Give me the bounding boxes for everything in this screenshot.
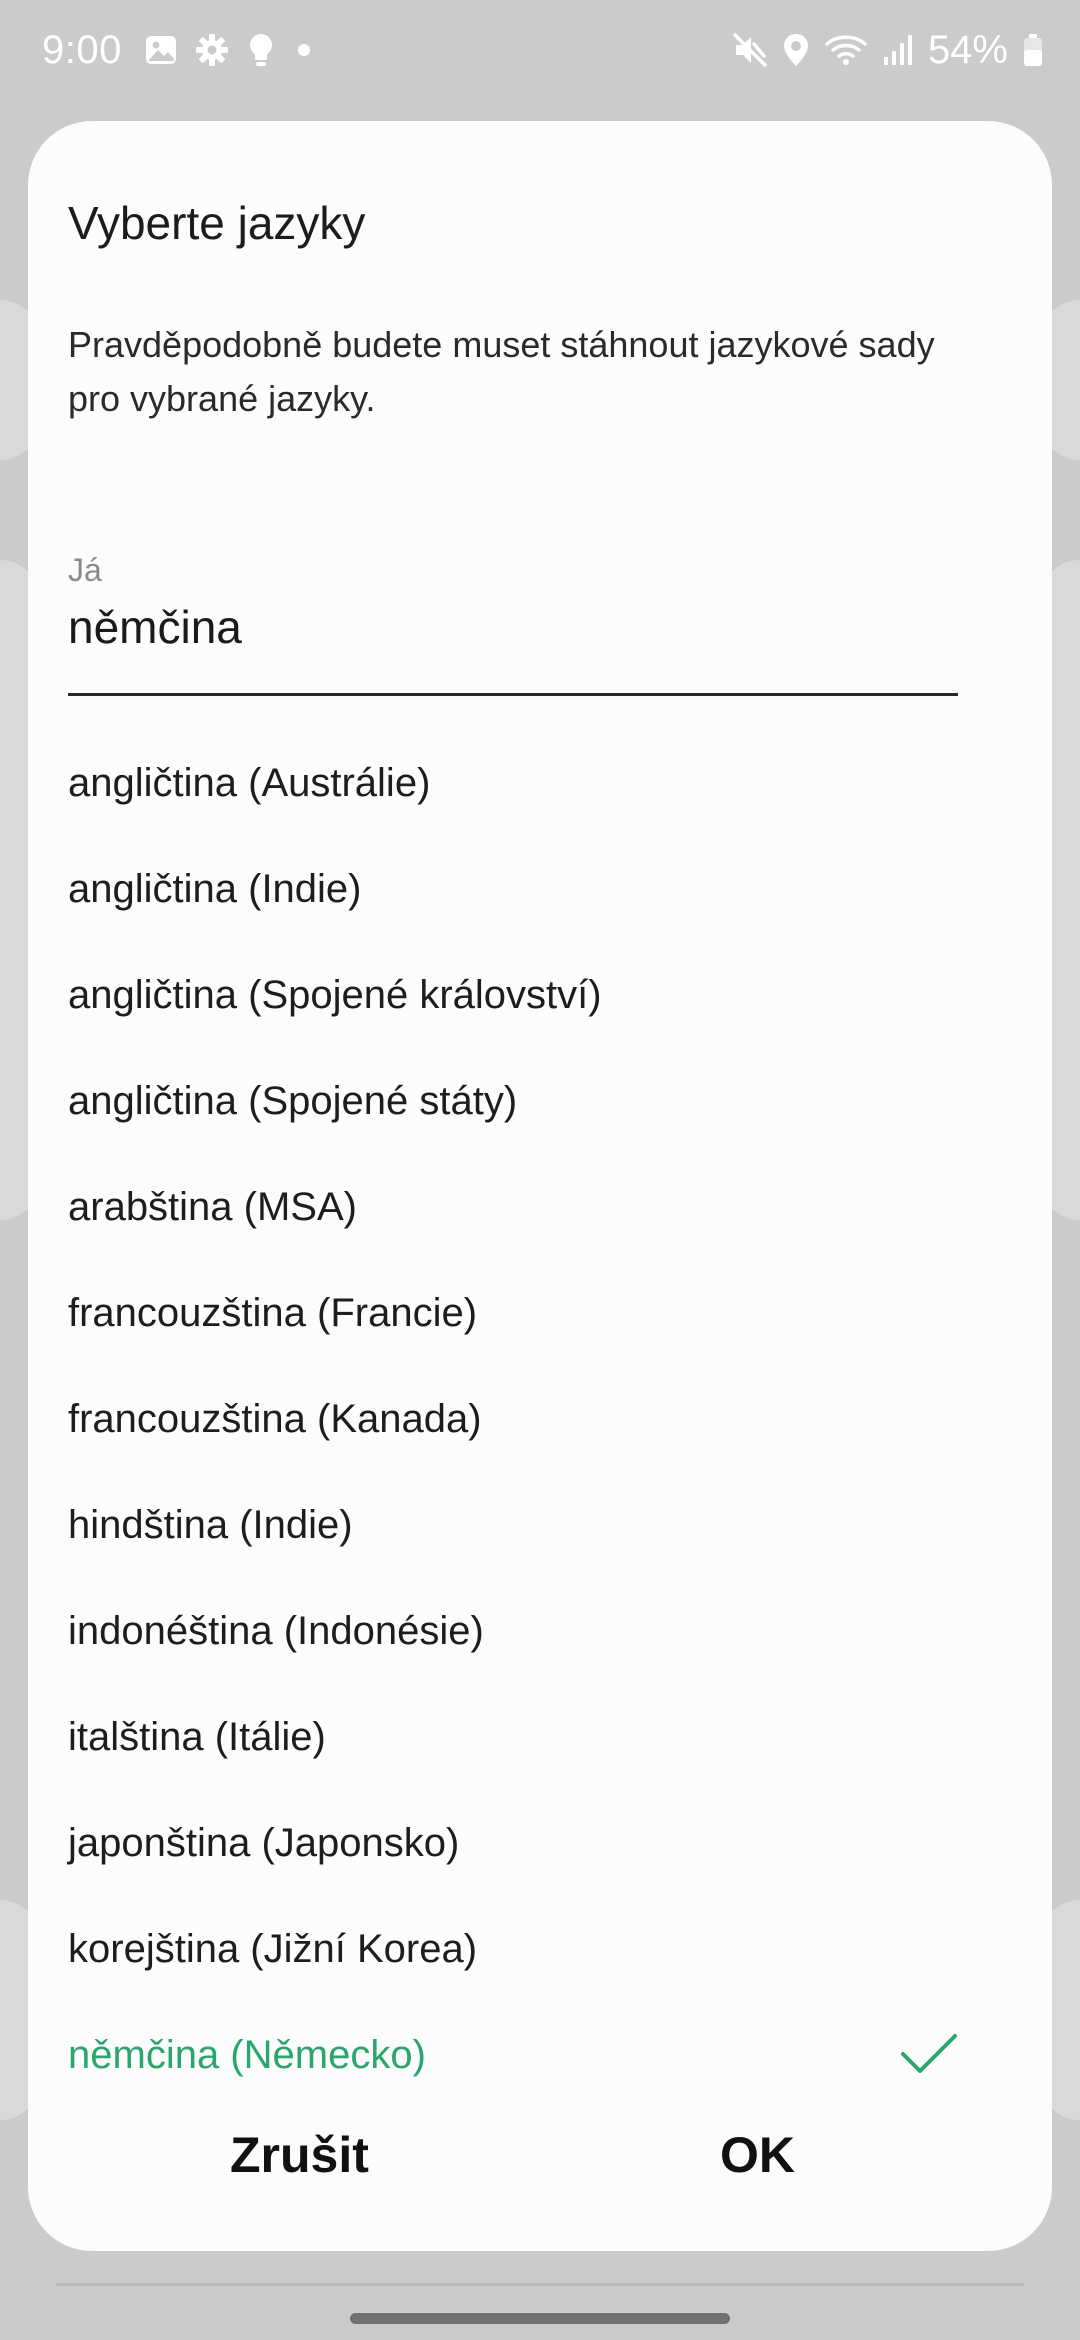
battery-percent: 54% xyxy=(927,27,1008,72)
language-item[interactable]: angličtina (Spojené království) xyxy=(0,942,1024,1048)
language-item[interactable]: hindština (Indie) xyxy=(0,1472,1024,1578)
language-item[interactable]: japonština (Japonsko) xyxy=(0,1790,1024,1896)
status-time: 9:00 xyxy=(42,27,122,72)
wifi-icon xyxy=(824,32,868,68)
language-item-label: arabština (MSA) xyxy=(68,1184,357,1229)
language-item-label: japonština (Japonsko) xyxy=(68,1820,460,1865)
battery-icon xyxy=(1022,32,1044,68)
background-divider xyxy=(56,2283,1024,2286)
language-item-label: angličtina (Spojené království) xyxy=(68,972,602,1017)
settings-gear-icon xyxy=(194,32,230,68)
language-item-label: indonéština (Indonésie) xyxy=(68,1608,484,1653)
language-item-label: italština (Itálie) xyxy=(68,1714,326,1759)
language-item-label: němčina (Německo) xyxy=(68,2032,426,2077)
language-item-label: francouzština (Francie) xyxy=(68,1290,478,1335)
lightbulb-icon xyxy=(246,32,276,68)
language-item[interactable]: arabština (MSA) xyxy=(0,1154,1024,1260)
dialog-description: Pravděpodobně budete muset stáhnout jazy… xyxy=(68,324,935,419)
language-item[interactable]: němčina (Německo) xyxy=(0,2002,1024,2088)
language-list[interactable]: angličtina (Austrálie) angličtina (Indie)… xyxy=(0,730,1024,2088)
dialog-buttons: Zrušit OK xyxy=(0,2110,1024,2200)
language-field[interactable] xyxy=(68,600,948,654)
dialog-title: Vyberte jazyky xyxy=(68,197,366,249)
language-item[interactable]: angličtina (Indie) xyxy=(0,836,1024,942)
language-item[interactable]: korejština (Jižní Korea) xyxy=(0,1896,1024,2002)
language-item[interactable]: italština (Itálie) xyxy=(0,1684,1024,1790)
checkmark-icon xyxy=(900,2032,958,2086)
dot-icon xyxy=(292,38,316,62)
home-indicator[interactable] xyxy=(350,2313,730,2324)
status-bar: 9:00 54% xyxy=(0,0,1080,100)
language-item-label: angličtina (Indie) xyxy=(68,866,362,911)
language-item[interactable]: angličtina (Austrálie) xyxy=(0,730,1024,836)
language-item-label: angličtina (Austrálie) xyxy=(68,760,431,805)
language-item-label: angličtina (Spojené státy) xyxy=(68,1078,518,1123)
language-item[interactable]: angličtina (Spojené státy) xyxy=(0,1048,1024,1154)
gallery-icon xyxy=(144,33,178,67)
ok-button[interactable]: OK xyxy=(700,2110,815,2200)
signal-icon xyxy=(882,33,914,67)
cancel-button[interactable]: Zrušit xyxy=(210,2110,389,2200)
language-item-label: korejština (Jižní Korea) xyxy=(68,1926,478,1971)
location-icon xyxy=(782,32,810,68)
language-item-label: francouzština (Kanada) xyxy=(68,1396,482,1441)
field-label: Já xyxy=(68,552,102,588)
status-bar-left: 9:00 xyxy=(42,22,316,78)
language-item[interactable]: francouzština (Francie) xyxy=(0,1260,1024,1366)
mute-icon xyxy=(732,32,768,68)
language-item[interactable]: francouzština (Kanada) xyxy=(0,1366,1024,1472)
language-item-label: hindština (Indie) xyxy=(68,1502,353,1547)
field-underline xyxy=(68,693,958,696)
status-bar-right: 54% xyxy=(732,22,1044,78)
language-item[interactable]: indonéština (Indonésie) xyxy=(0,1578,1024,1684)
